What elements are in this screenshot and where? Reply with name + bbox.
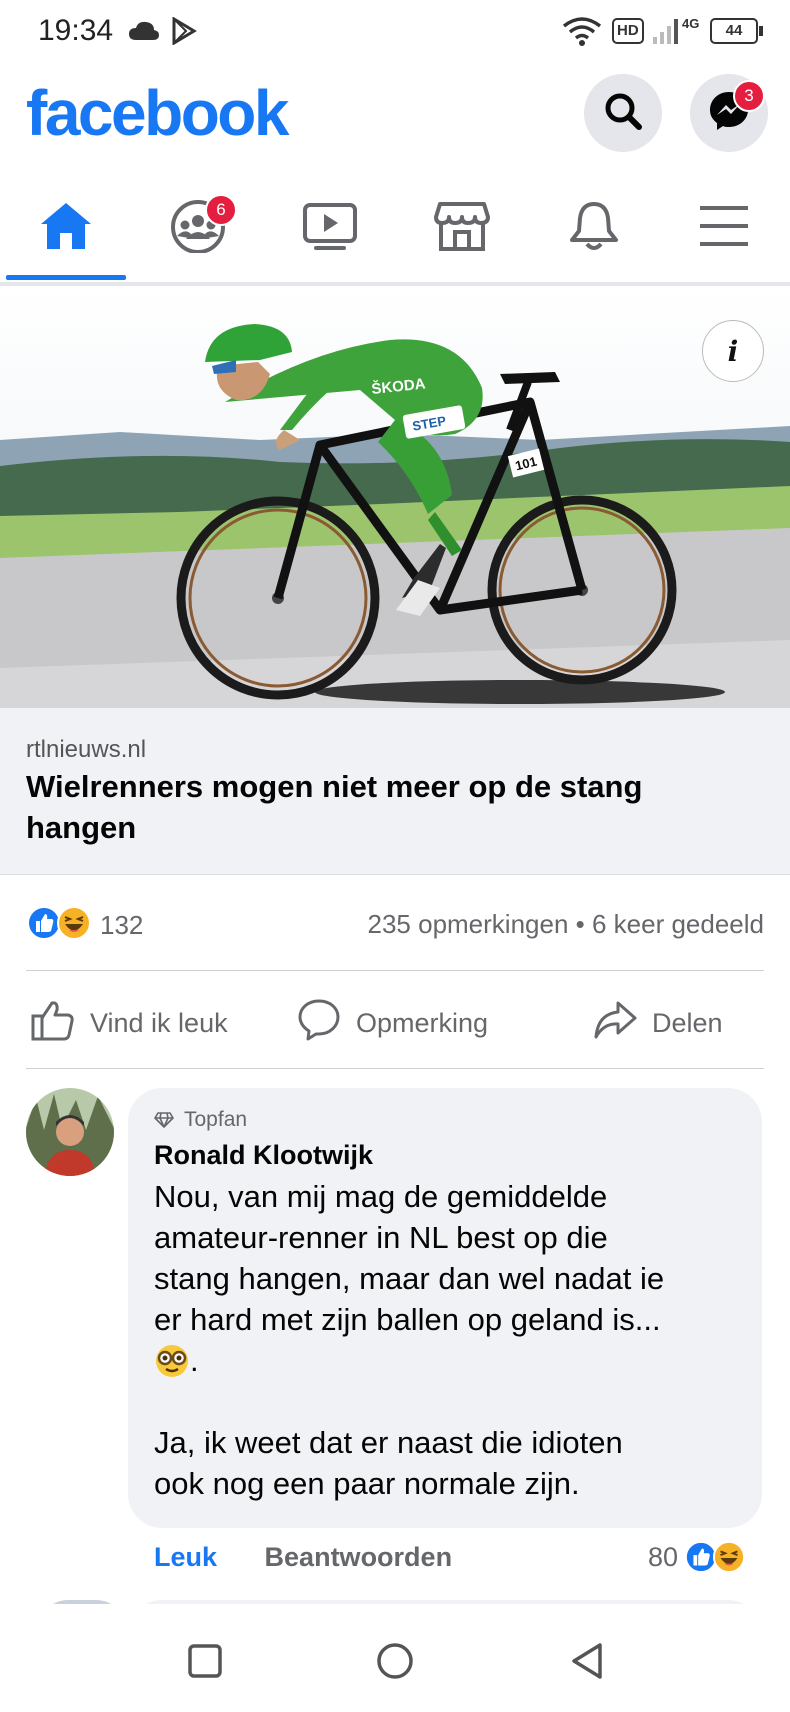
like-label: Vind ik leuk — [90, 1007, 228, 1038]
recents-button[interactable] — [180, 1636, 230, 1686]
thumbs-up-icon — [30, 998, 90, 1049]
square-icon — [187, 1643, 223, 1679]
comment-reactions[interactable]: 80 — [648, 1540, 746, 1574]
divider — [26, 1068, 764, 1069]
share-label: Delen — [652, 1007, 723, 1038]
info-icon: i — [727, 334, 739, 368]
comment-line: er hard met zijn ballen op geland is... — [154, 1302, 661, 1337]
comment-line: amateur-renner in NL best op die — [154, 1220, 608, 1255]
signal-icon: 4G — [652, 14, 699, 48]
search-icon — [601, 89, 645, 138]
back-triangle-icon — [569, 1642, 605, 1680]
battery-icon: 44 — [710, 14, 763, 48]
network-label: 4G — [682, 15, 700, 31]
circle-icon — [375, 1641, 415, 1681]
search-button[interactable] — [584, 74, 662, 152]
comment-like-link[interactable]: Leuk — [154, 1542, 217, 1572]
nerd-face-emoji-icon — [154, 1343, 190, 1379]
comment-actions: Leuk Beantwoorden — [154, 1542, 452, 1573]
home-icon — [38, 200, 94, 257]
link-title: Wielrenners mogen niet meer op de stang … — [26, 769, 643, 845]
comment-line: stang hangen, maar dan wel nadat ie — [154, 1261, 665, 1296]
comment-icon — [296, 998, 356, 1049]
wifi-icon — [562, 14, 602, 48]
comment-line — [154, 1381, 754, 1422]
reaction-count: 132 — [100, 909, 144, 940]
bell-icon — [568, 199, 620, 258]
comment-line: Ja, ik weet dat er naast die idioten — [154, 1425, 623, 1460]
tab-marketplace[interactable] — [400, 180, 524, 276]
watch-icon — [302, 200, 358, 257]
groups-badge: 6 — [205, 194, 237, 226]
play-store-icon — [170, 14, 198, 48]
diamond-icon — [154, 1111, 174, 1129]
cloud-icon — [128, 14, 160, 48]
messenger-badge: 3 — [733, 80, 765, 112]
comment-emoji-line: . — [154, 1340, 754, 1381]
haha-reaction-icon — [712, 1540, 746, 1574]
comment-line: . — [190, 1343, 199, 1378]
tabs-divider — [0, 282, 790, 286]
like-button[interactable]: Vind ik leuk — [30, 998, 228, 1048]
hd-icon: HD — [612, 14, 644, 48]
ad-info-button[interactable]: i — [702, 320, 764, 382]
comment-label: Opmerking — [356, 1007, 489, 1038]
comment-button[interactable]: Opmerking — [296, 998, 488, 1048]
link-domain: rtlnieuws.nl — [26, 736, 147, 763]
tab-menu[interactable] — [662, 180, 786, 276]
comment-author[interactable]: Ronald Klootwijk — [154, 1140, 373, 1171]
tab-watch[interactable] — [268, 180, 392, 276]
marketplace-icon — [434, 200, 490, 257]
avatar[interactable] — [26, 1088, 114, 1176]
tab-notifications[interactable] — [532, 180, 656, 276]
comment-reaction-count: 80 — [648, 1541, 679, 1572]
haha-reaction-icon — [56, 905, 92, 946]
article-image[interactable]: ŠKODA STEP 101 — [0, 290, 790, 708]
reactions-summary[interactable]: 132 — [26, 905, 143, 945]
comment-line: Nou, van mij mag de gemiddelde — [154, 1179, 608, 1214]
topfan-label: Topfan — [184, 1108, 248, 1131]
back-button[interactable] — [562, 1636, 612, 1686]
topfan-badge: Topfan — [154, 1108, 247, 1132]
comment-reply-link[interactable]: Beantwoorden — [265, 1542, 453, 1572]
tab-groups[interactable] — [136, 180, 260, 276]
facebook-logo[interactable]: facebook — [26, 76, 289, 150]
active-tab-indicator — [6, 275, 126, 280]
menu-icon — [698, 204, 750, 253]
share-button[interactable]: Delen — [592, 998, 723, 1048]
comment-text: Nou, van mij mag de gemiddelde amateur-r… — [154, 1176, 754, 1504]
share-icon — [592, 998, 652, 1049]
divider — [26, 970, 764, 971]
tab-home[interactable] — [4, 180, 128, 276]
home-nav-button[interactable] — [370, 1636, 420, 1686]
comments-shares-count[interactable]: 235 opmerkingen • 6 keer gedeeld — [326, 909, 765, 940]
comment-line: ook nog een paar normale zijn. — [154, 1466, 580, 1501]
status-time: 19:34 — [38, 14, 114, 47]
